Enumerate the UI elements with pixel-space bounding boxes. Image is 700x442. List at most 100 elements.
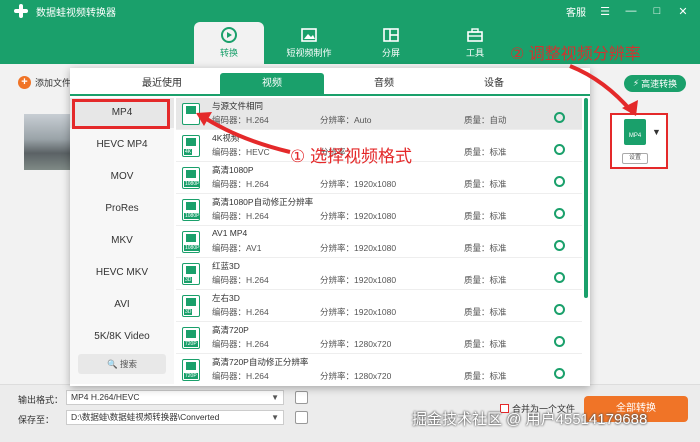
format-badge: 1080P bbox=[184, 181, 201, 187]
quality-value: 标准 bbox=[489, 339, 507, 349]
resolution-label: 分辨率： bbox=[320, 339, 355, 349]
video-format-icon bbox=[182, 103, 200, 125]
mp4-format-icon: MP4 bbox=[624, 119, 646, 145]
format-quality: 质量：标准 bbox=[464, 178, 507, 190]
codec-value: H.264 bbox=[246, 211, 269, 221]
format-resolution: 分辨率：1280x720 bbox=[320, 370, 391, 382]
add-file-button[interactable]: + 添加文件 bbox=[18, 76, 71, 89]
format-row[interactable]: 1080P AV1 MP4 编码器：AV1 分辨率：1920x1080 质量：标准 bbox=[176, 226, 582, 258]
minimize-icon[interactable]: — bbox=[624, 5, 638, 17]
quality-value: 标准 bbox=[489, 147, 507, 157]
dropdown-caret-icon[interactable]: ▼ bbox=[652, 127, 661, 137]
popup-tab-recent[interactable]: 最近使用 bbox=[110, 73, 214, 95]
popup-tab-audio[interactable]: 音频 bbox=[332, 73, 436, 95]
gear-icon[interactable] bbox=[554, 176, 565, 187]
tab-short-video[interactable]: 短视频制作 bbox=[274, 22, 344, 64]
format-quality: 质量：标准 bbox=[464, 274, 507, 286]
format-resolution: 分辨率：1920x1080 bbox=[320, 210, 396, 222]
category-prores[interactable]: ProRes bbox=[70, 194, 174, 224]
gear-icon[interactable] bbox=[554, 336, 565, 347]
close-icon[interactable]: ✕ bbox=[676, 5, 690, 18]
format-row[interactable]: 与源文件相同 编码器：H.264 分辨率：Auto 质量：自动 bbox=[176, 98, 582, 130]
format-quality: 质量：标准 bbox=[464, 338, 507, 350]
gear-icon[interactable] bbox=[554, 272, 565, 283]
popup-tabs: 最近使用 视频 音频 设备 bbox=[70, 70, 590, 96]
save-path-select[interactable]: D:\数据蛙\数据蛙视频转换器\Converted ▼ bbox=[66, 410, 284, 425]
category-hevc-mp4[interactable]: HEVC MP4 bbox=[70, 130, 174, 160]
format-codec: 编码器：H.264 bbox=[212, 274, 269, 286]
tab-convert[interactable]: 转换 bbox=[194, 22, 264, 64]
annotation-step1: ① 选择视频格式 bbox=[290, 147, 412, 166]
customer-service-link[interactable]: 客服 bbox=[566, 4, 586, 19]
format-codec: 编码器：HEVC bbox=[212, 146, 270, 158]
output-format-select[interactable]: MP4 H.264/HEVC ▼ bbox=[66, 390, 284, 405]
quality-label: 质量： bbox=[464, 211, 490, 221]
format-quality: 质量：标准 bbox=[464, 146, 507, 158]
format-name: 高清720P自动修正分辨率 bbox=[212, 357, 309, 367]
category-avi[interactable]: AVI bbox=[70, 290, 174, 320]
tab-tools[interactable]: 工具 bbox=[440, 22, 510, 64]
convert-icon bbox=[221, 27, 237, 43]
output-format-selector[interactable]: MP4 ▼ 设置 bbox=[610, 113, 668, 169]
gear-icon[interactable] bbox=[554, 208, 565, 219]
tab-split-screen[interactable]: 分屏 bbox=[356, 22, 426, 64]
format-row[interactable]: 720P 高清720P自动修正分辨率 编码器：H.264 分辨率：1280x720 质量… bbox=[176, 354, 582, 384]
annotation-step2: ② 调整视频分辨率 bbox=[510, 46, 641, 63]
resolution-value: 1920x1080 bbox=[354, 243, 397, 253]
codec-label: 编码器： bbox=[212, 115, 247, 125]
codec-label: 编码器： bbox=[212, 307, 247, 317]
video-format-icon: 1080P bbox=[182, 231, 201, 253]
save-path-value: D:\数据蛙\数据蛙视频转换器\Converted bbox=[71, 412, 220, 422]
popup-tab-video[interactable]: 视频 bbox=[220, 73, 324, 95]
gear-icon[interactable] bbox=[554, 368, 565, 379]
quality-label: 质量： bbox=[464, 147, 490, 157]
quality-label: 质量： bbox=[464, 179, 490, 189]
category-mov[interactable]: MOV bbox=[70, 162, 174, 192]
quality-label: 质量： bbox=[464, 307, 490, 317]
codec-value: H.264 bbox=[246, 115, 269, 125]
format-quality: 质量：标准 bbox=[464, 306, 507, 318]
gear-icon[interactable] bbox=[554, 144, 565, 155]
add-file-label: 添加文件 bbox=[35, 78, 72, 88]
popup-tab-device[interactable]: 设备 bbox=[442, 73, 546, 95]
format-row[interactable]: 1080P 高清1080P自动修正分辨率 编码器：H.264 分辨率：1920x108… bbox=[176, 194, 582, 226]
format-settings-button[interactable]: 设置 bbox=[622, 153, 648, 164]
format-list-scrollbar[interactable] bbox=[584, 98, 588, 298]
format-row[interactable]: 3D 红蓝3D 编码器：H.264 分辨率：1920x1080 质量：标准 bbox=[176, 258, 582, 290]
resolution-value: 1920x1080 bbox=[354, 211, 397, 221]
codec-label: 编码器： bbox=[212, 179, 247, 189]
format-codec: 编码器：H.264 bbox=[212, 370, 269, 382]
gear-icon[interactable] bbox=[554, 240, 565, 251]
format-edit-icon[interactable] bbox=[295, 391, 308, 404]
search-label: 搜索 bbox=[119, 359, 137, 369]
search-button[interactable]: 🔍 搜索 bbox=[78, 354, 166, 374]
fast-convert-button[interactable]: ⚡ 高速转换 bbox=[624, 75, 686, 92]
menu-icon[interactable]: ☰ bbox=[598, 5, 612, 18]
format-resolution: 分辨率：1920x1080 bbox=[320, 178, 396, 190]
chevron-down-icon: ▼ bbox=[271, 393, 279, 402]
maximize-icon[interactable]: □ bbox=[650, 5, 664, 17]
format-resolution: 分辨率：1920x1080 bbox=[320, 242, 396, 254]
codec-value: H.264 bbox=[246, 339, 269, 349]
gear-icon[interactable] bbox=[554, 304, 565, 315]
quality-value: 标准 bbox=[489, 307, 507, 317]
video-thumbnail[interactable] bbox=[24, 114, 70, 170]
resolution-label: 分辨率： bbox=[320, 211, 355, 221]
quality-value: 自动 bbox=[489, 115, 507, 125]
quality-value: 标准 bbox=[489, 275, 507, 285]
folder-icon[interactable] bbox=[295, 411, 308, 424]
codec-label: 编码器： bbox=[212, 243, 247, 253]
quality-label: 质量： bbox=[464, 115, 490, 125]
resolution-label: 分辨率： bbox=[320, 371, 355, 381]
tab-convert-label: 转换 bbox=[219, 48, 238, 58]
video-format-icon: 3D bbox=[182, 295, 200, 317]
category-mkv[interactable]: MKV bbox=[70, 226, 174, 256]
quality-value: 标准 bbox=[489, 371, 507, 381]
category-5k8k-video[interactable]: 5K/8K Video bbox=[70, 322, 174, 352]
format-badge: 4K bbox=[184, 149, 193, 155]
format-row[interactable]: 720P 高清720P 编码器：H.264 分辨率：1280x720 质量：标准 bbox=[176, 322, 582, 354]
gear-icon[interactable] bbox=[554, 112, 565, 123]
format-row[interactable]: 3D 左右3D 编码器：H.264 分辨率：1920x1080 质量：标准 bbox=[176, 290, 582, 322]
quality-label: 质量： bbox=[464, 339, 490, 349]
category-hevc-mkv[interactable]: HEVC MKV bbox=[70, 258, 174, 288]
